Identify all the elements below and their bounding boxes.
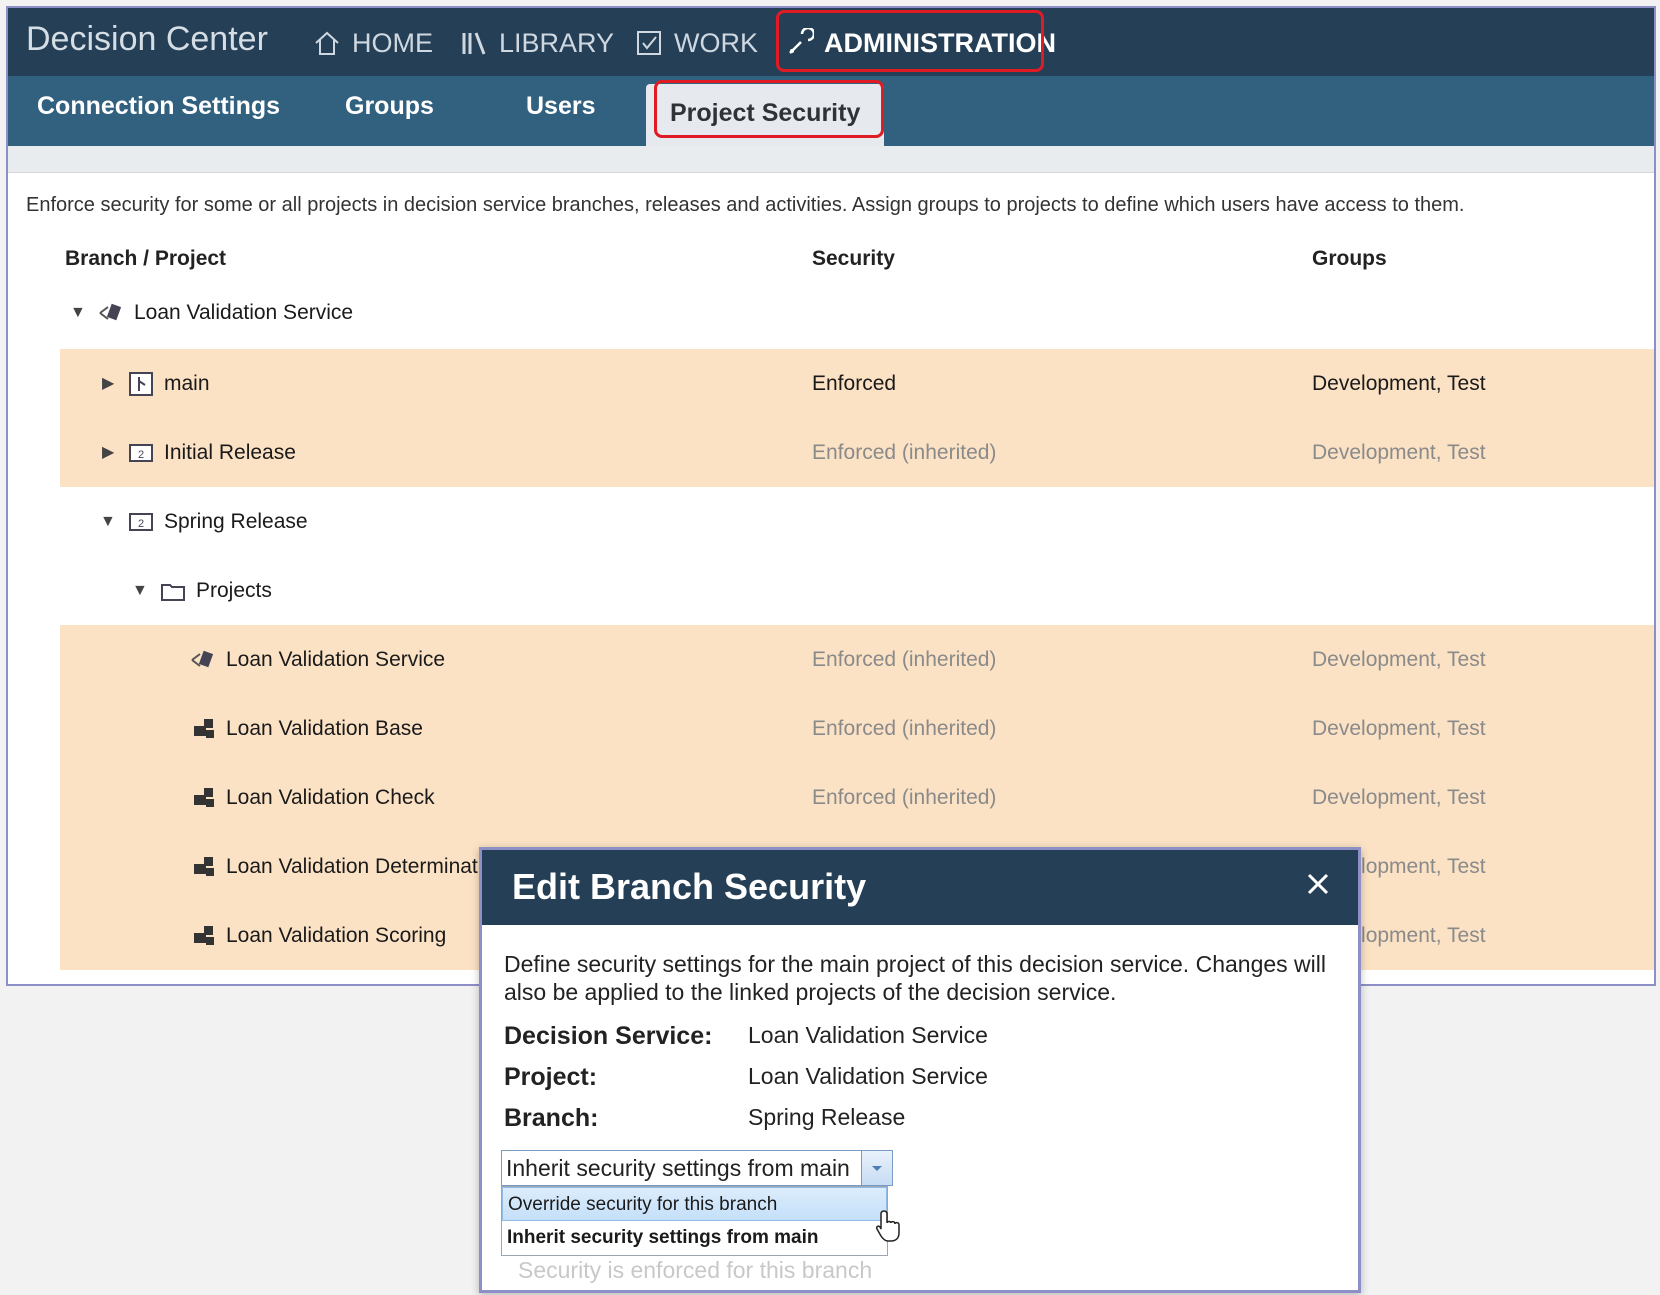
release-icon: 2	[129, 444, 153, 462]
row-security: Enforced (inherited)	[812, 717, 997, 740]
library-icon	[462, 32, 486, 55]
option-inherit-security[interactable]: Inherit security settings from main	[502, 1221, 887, 1255]
decision-service-icon	[99, 303, 122, 321]
row-name: Loan Validation Determinat	[226, 855, 478, 878]
page-description: Enforce security for some or all project…	[26, 194, 1465, 216]
sub-navigation-bar: Connection Settings Groups Users Project…	[8, 76, 1654, 146]
security-mode-select[interactable]: Inherit security settings from main	[501, 1150, 893, 1186]
tree-row[interactable]: ▶ 2 Initial Release Enforced (inherited)…	[60, 418, 1654, 487]
project-label: Project:	[504, 1063, 598, 1091]
row-name: Loan Validation Service	[134, 301, 354, 324]
row-security: Enforced (inherited)	[812, 441, 997, 464]
tab-content-strip	[8, 146, 1654, 173]
hand-cursor-icon	[876, 1210, 900, 1242]
tree-row[interactable]: Loan Validation Check Enforced (inherite…	[60, 763, 1654, 832]
tree-row[interactable]: Loan Validation Service Enforced (inheri…	[60, 625, 1654, 694]
decision-service-icon	[191, 650, 214, 668]
branch-label: Branch:	[504, 1104, 599, 1132]
folder-icon	[161, 584, 185, 601]
column-header-branch: Branch / Project	[65, 247, 227, 270]
nav-home[interactable]: HOME	[312, 26, 433, 60]
row-name: main	[164, 372, 210, 395]
row-groups: Development, Test	[1312, 717, 1486, 740]
collapse-triangle-icon[interactable]: ▶	[102, 349, 114, 418]
app-title: Decision Center	[26, 20, 268, 58]
project-security-annotation-box	[654, 80, 884, 138]
option-override-security[interactable]: Override security for this branch	[502, 1187, 887, 1221]
row-name: Projects	[196, 579, 272, 602]
expand-triangle-icon[interactable]: ▼	[70, 278, 86, 347]
edit-branch-security-dialog: Edit Branch Security Define security set…	[479, 847, 1361, 1293]
row-security: Enforced (inherited)	[812, 648, 997, 671]
tab-users[interactable]: Users	[526, 92, 596, 121]
row-name: Initial Release	[164, 441, 296, 464]
dialog-header: Edit Branch Security	[482, 850, 1358, 925]
row-security: Enforced	[812, 372, 897, 395]
tree-row[interactable]: ▼ Projects	[60, 556, 1654, 625]
dialog-title: Edit Branch Security	[512, 866, 867, 907]
collapse-triangle-icon[interactable]: ▶	[102, 418, 114, 487]
row-name: Spring Release	[164, 510, 308, 533]
nav-library[interactable]: LIBRARY	[459, 26, 614, 60]
row-groups: Development, Test	[1312, 648, 1486, 671]
decision-service-value: Loan Validation Service	[748, 1022, 988, 1048]
project-icon	[194, 857, 214, 876]
release-icon: 2	[129, 513, 153, 531]
security-mode-selected-value: Inherit security settings from main	[506, 1155, 850, 1181]
tab-connection-settings[interactable]: Connection Settings	[37, 92, 280, 121]
branch-icon	[129, 372, 153, 396]
svg-text:2: 2	[138, 518, 144, 530]
project-value: Loan Validation Service	[748, 1063, 988, 1089]
security-status-note: Security is enforced for this branch	[518, 1257, 873, 1283]
tab-groups[interactable]: Groups	[345, 92, 434, 121]
expand-triangle-icon[interactable]: ▼	[132, 556, 148, 625]
column-header-groups: Groups	[1312, 247, 1387, 270]
home-icon	[315, 31, 339, 55]
tree-row[interactable]: ▶ main Enforced Development, Test	[60, 349, 1654, 418]
row-groups: Development, Test	[1312, 441, 1486, 464]
expand-triangle-icon[interactable]: ▼	[100, 487, 116, 556]
dialog-description: Define security settings for the main pr…	[504, 951, 1326, 1005]
row-name: Loan Validation Scoring	[226, 924, 447, 947]
project-icon	[194, 788, 214, 807]
row-name: Loan Validation Base	[226, 717, 423, 740]
nav-home-label: HOME	[352, 27, 433, 58]
decision-service-label: Decision Service:	[504, 1022, 713, 1050]
administration-annotation-box	[776, 10, 1044, 72]
tree-row[interactable]: ▼ 2 Spring Release	[60, 487, 1654, 556]
tree-row[interactable]: Loan Validation Base Enforced (inherited…	[60, 694, 1654, 763]
close-icon[interactable]	[1304, 870, 1332, 898]
row-groups: Development, Test	[1312, 786, 1486, 809]
nav-work-label: WORK	[674, 27, 758, 58]
project-icon	[194, 719, 214, 738]
row-security: Enforced (inherited)	[812, 786, 997, 809]
chevron-down-icon	[872, 1166, 882, 1171]
row-groups: Development, Test	[1312, 372, 1486, 395]
tree-row[interactable]: ▼ Loan Validation Service	[60, 278, 1654, 347]
nav-work[interactable]: WORK	[634, 26, 758, 60]
svg-text:2: 2	[138, 449, 144, 461]
column-header-security: Security	[812, 247, 895, 270]
top-navigation-bar: Decision Center HOME LIBRARY WORK ADMINI…	[8, 8, 1654, 76]
nav-library-label: LIBRARY	[499, 27, 615, 58]
select-dropdown-button[interactable]	[861, 1151, 892, 1185]
security-mode-dropdown-list: Override security for this branch Inheri…	[501, 1186, 888, 1256]
checkbox-icon	[637, 31, 661, 55]
branch-value: Spring Release	[748, 1104, 906, 1130]
row-name: Loan Validation Check	[226, 786, 435, 809]
project-icon	[194, 926, 214, 945]
decision-center-window: Decision Center HOME LIBRARY WORK ADMINI…	[6, 6, 1656, 986]
row-name: Loan Validation Service	[226, 648, 446, 671]
